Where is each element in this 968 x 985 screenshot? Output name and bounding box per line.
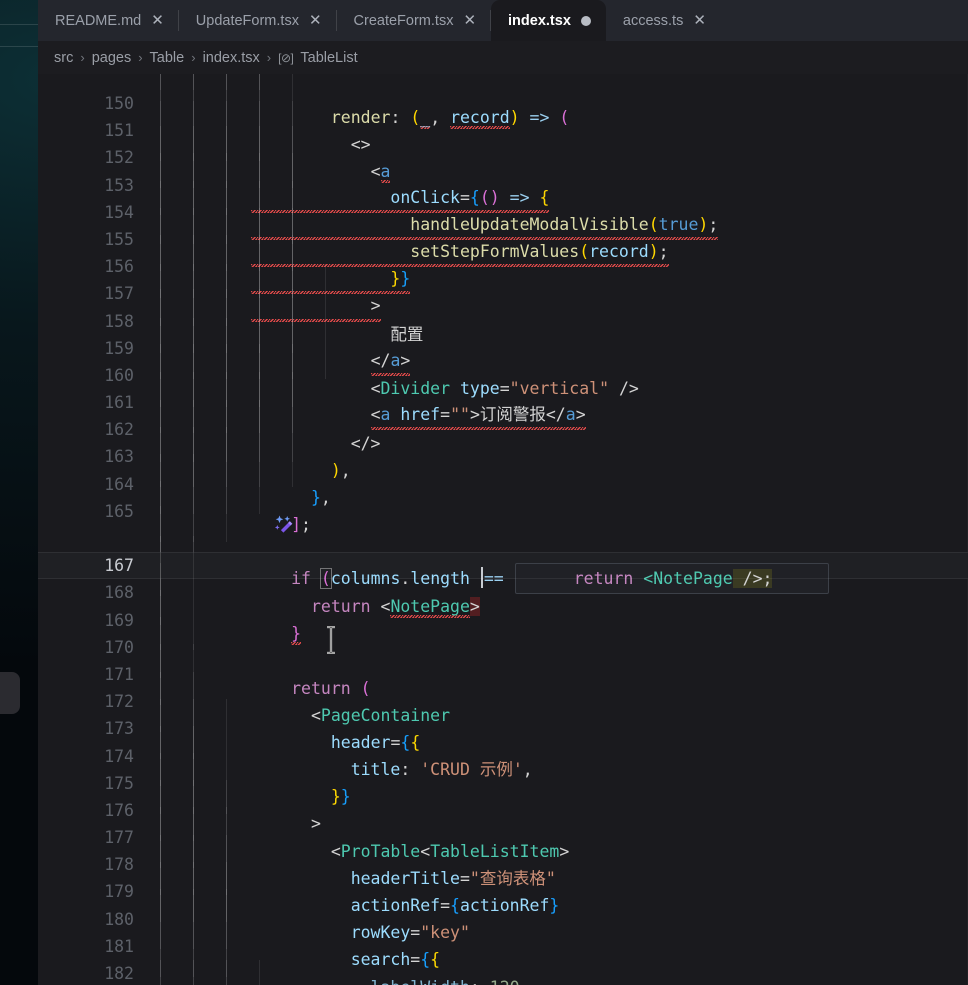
breadcrumb-item-index-tsx[interactable]: index.tsx <box>203 50 260 66</box>
dock-pill[interactable] <box>0 672 20 714</box>
line-number: 174 <box>38 743 152 770</box>
line-number: 157 <box>38 280 152 307</box>
line-number: 165 <box>38 498 152 525</box>
chevron-right-icon: › <box>191 50 195 65</box>
line-number: 152 <box>38 144 152 171</box>
code-line[interactable]: 181 search={{ <box>38 933 968 960</box>
tab-createform-tsx[interactable]: CreateForm.tsx ✕ <box>337 0 492 41</box>
line-number: 160 <box>38 362 152 389</box>
close-icon[interactable]: ✕ <box>151 13 164 28</box>
line-number: 153 <box>38 172 152 199</box>
breadcrumb-item-table[interactable]: Table <box>150 50 185 66</box>
tab-label: index.tsx <box>508 13 571 29</box>
symbol-function-icon: [⊘] <box>278 51 293 65</box>
tab-updateform-tsx[interactable]: UpdateForm.tsx ✕ <box>179 0 337 41</box>
line-number: 176 <box>38 797 152 824</box>
chevron-right-icon: › <box>80 50 84 65</box>
close-icon[interactable]: ✕ <box>693 13 706 28</box>
line-content: labelWidth: 120, <box>152 960 968 985</box>
line-number: 162 <box>38 416 152 443</box>
line-number: 179 <box>38 878 152 905</box>
tab-readme-md[interactable]: README.md ✕ <box>38 0 179 41</box>
code-editor[interactable]: valueType: 'option', 150 render: (_, rec… <box>38 74 968 985</box>
tab-access-ts[interactable]: access.ts ✕ <box>606 0 721 41</box>
chevron-right-icon: › <box>267 50 271 65</box>
line-number: 182 <box>38 960 152 985</box>
code-line[interactable]: 182 labelWidth: 120, <box>38 960 968 985</box>
line-number: 171 <box>38 661 152 688</box>
close-icon[interactable]: ✕ <box>309 13 322 28</box>
line-number: 163 <box>38 443 152 470</box>
line-number: 155 <box>38 226 152 253</box>
tab-label: UpdateForm.tsx <box>196 13 299 29</box>
line-number: 151 <box>38 117 152 144</box>
line-number: 175 <box>38 770 152 797</box>
line-number: 180 <box>38 906 152 933</box>
desktop-hairline <box>0 24 38 25</box>
tab-label: README.md <box>55 13 141 29</box>
line-number: 170 <box>38 634 152 661</box>
unsaved-dot-icon[interactable] <box>581 16 591 26</box>
line-number: 181 <box>38 933 152 960</box>
line-number: 164 <box>38 471 152 498</box>
breadcrumb-item-tablelist[interactable]: TableList <box>300 50 357 66</box>
line-number: 167 <box>38 552 152 579</box>
line-number: 173 <box>38 715 152 742</box>
line-number: 177 <box>38 824 152 851</box>
line-number: 168 <box>38 579 152 606</box>
close-icon[interactable]: ✕ <box>463 13 476 28</box>
breadcrumb-item-pages[interactable]: pages <box>92 50 132 66</box>
line-number: 172 <box>38 688 152 715</box>
line-number: 178 <box>38 851 152 878</box>
chevron-right-icon: › <box>138 50 142 65</box>
line-number: 159 <box>38 335 152 362</box>
breadcrumb: src › pages › Table › index.tsx › [⊘] Ta… <box>38 41 968 74</box>
line-number: 154 <box>38 199 152 226</box>
line-number: 150 <box>38 90 152 117</box>
desktop-hairline <box>0 46 38 47</box>
tab-label: CreateForm.tsx <box>354 13 454 29</box>
line-number: 161 <box>38 389 152 416</box>
vscode-window: README.md ✕ UpdateForm.tsx ✕ CreateForm.… <box>38 0 968 985</box>
breadcrumb-item-src[interactable]: src <box>54 50 73 66</box>
tab-index-tsx[interactable]: index.tsx <box>491 0 606 41</box>
line-number: 156 <box>38 253 152 280</box>
line-number: 158 <box>38 308 152 335</box>
editor-tab-bar: README.md ✕ UpdateForm.tsx ✕ CreateForm.… <box>38 0 968 41</box>
line-number: 169 <box>38 607 152 634</box>
tab-label: access.ts <box>623 13 683 29</box>
code-scroll-area[interactable]: valueType: 'option', 150 render: (_, rec… <box>38 74 968 985</box>
